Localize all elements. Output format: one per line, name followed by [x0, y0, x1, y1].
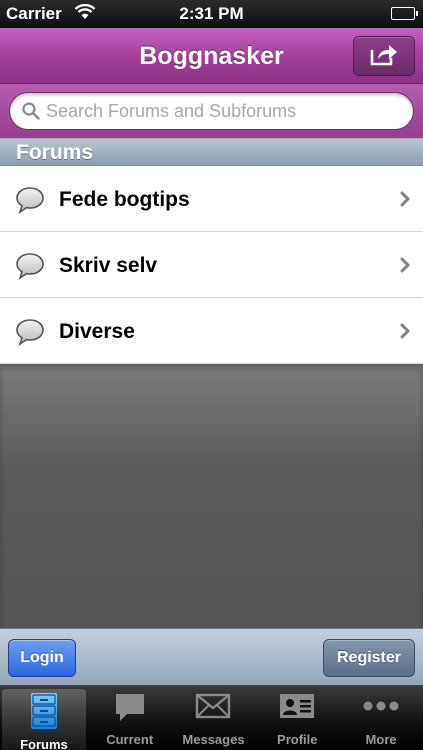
- tab-label: Current: [106, 732, 154, 747]
- forum-row-diverse[interactable]: Diverse: [0, 298, 423, 364]
- tab-current[interactable]: Current: [88, 686, 172, 750]
- chevron-right-icon: [400, 323, 410, 344]
- forum-label: Skriv selv: [59, 254, 158, 277]
- filing-cabinet-icon: [30, 692, 58, 735]
- action-toolbar: Login Register: [0, 628, 423, 686]
- register-button[interactable]: Register: [323, 639, 415, 677]
- search-field[interactable]: [9, 92, 414, 130]
- tab-label: More: [365, 732, 397, 747]
- speech-bubble-icon: [15, 318, 45, 351]
- clock: 2:31 PM: [179, 4, 244, 23]
- status-bar: Carrier 2:31 PM: [0, 0, 423, 28]
- id-card-icon: [279, 692, 315, 725]
- tab-profile[interactable]: Profile: [255, 686, 339, 750]
- share-icon: [369, 41, 399, 72]
- speech-bubble-icon: [15, 186, 45, 219]
- chevron-right-icon: [400, 257, 410, 278]
- section-header: Forums: [0, 138, 423, 166]
- tab-forums[interactable]: Forums: [2, 689, 86, 750]
- chevron-right-icon: [400, 191, 410, 212]
- empty-content-area: [0, 364, 423, 628]
- share-button[interactable]: [353, 36, 415, 76]
- forum-label: Diverse: [59, 320, 135, 343]
- tab-label: Forums: [20, 737, 68, 750]
- search-bar: [0, 84, 423, 138]
- tab-bar: Forums Current Messages Profile More: [0, 686, 423, 750]
- forum-row-fede-bogtips[interactable]: Fede bogtips: [0, 166, 423, 232]
- more-dots-icon: [361, 692, 401, 725]
- forum-label: Fede bogtips: [59, 188, 190, 211]
- search-input[interactable]: [46, 98, 406, 124]
- tab-label: Messages: [182, 732, 245, 747]
- battery-icon: [391, 7, 418, 20]
- envelope-icon: [195, 692, 231, 725]
- forum-row-skriv-selv[interactable]: Skriv selv: [0, 232, 423, 298]
- section-header-label: Forums: [16, 141, 94, 164]
- login-button[interactable]: Login: [8, 639, 76, 677]
- tab-more[interactable]: More: [339, 686, 423, 750]
- forum-list: Fede bogtips Skriv selv Diverse: [0, 166, 423, 364]
- tab-label: Profile: [277, 732, 318, 747]
- search-icon: [22, 102, 40, 125]
- tab-messages[interactable]: Messages: [172, 686, 256, 750]
- speech-bubble-icon: [113, 692, 147, 729]
- nav-bar: Boggnasker: [0, 28, 423, 84]
- speech-bubble-icon: [15, 252, 45, 285]
